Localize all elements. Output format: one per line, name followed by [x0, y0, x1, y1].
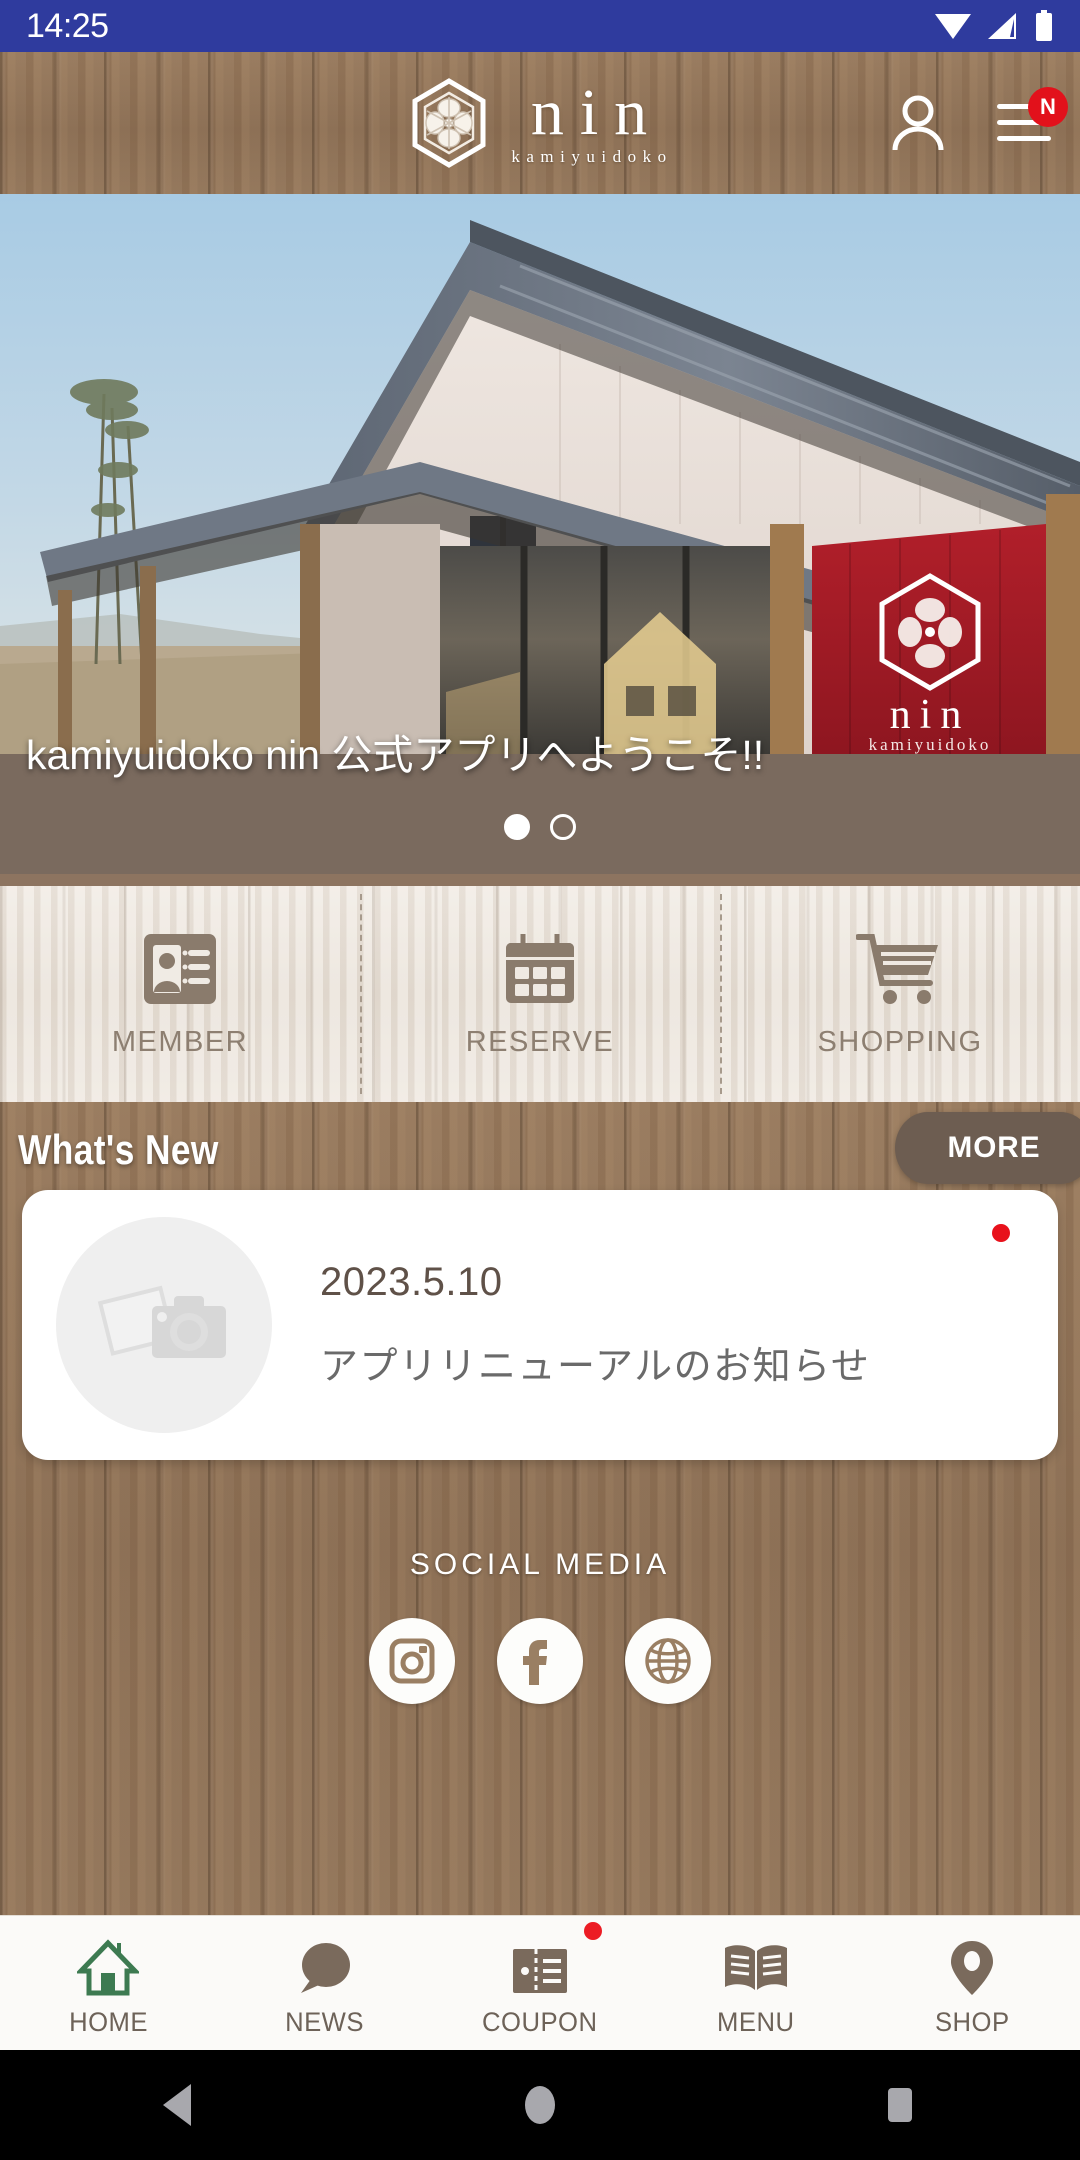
nav-item-shop[interactable]: SHOP	[864, 1916, 1080, 2050]
facebook-link[interactable]	[497, 1618, 583, 1704]
quick-action-label: SHOPPING	[817, 1025, 983, 1058]
nav-item-label: MENU	[717, 2006, 795, 2037]
news-headline: アプリリニューアルのお知らせ	[320, 1346, 871, 1388]
hero-slide-image: nin kamiyuidoko	[0, 194, 1080, 754]
account-button[interactable]	[886, 91, 950, 155]
brand-wordmark: nin kamiyuidoko	[505, 75, 673, 168]
nav-item-label: NEWS	[284, 2006, 364, 2037]
banner-brand-name: nin	[890, 692, 971, 738]
coupon-badge-dot	[584, 1922, 602, 1940]
cellular-signal-icon	[988, 13, 1016, 39]
status-icon-group	[934, 10, 1054, 42]
recents-square-icon	[888, 2088, 912, 2122]
open-book-icon	[721, 1935, 791, 1997]
home-icon	[77, 1935, 139, 1997]
bottom-navigation: HOME NEWS COUPON MENU SHOP	[0, 1915, 1080, 2050]
nav-item-coupon[interactable]: COUPON	[432, 1916, 648, 2050]
social-media-section: SOCIAL MEDIA	[0, 1548, 1080, 1704]
website-globe-icon	[645, 1638, 691, 1684]
nav-item-label: HOME	[68, 2006, 148, 2037]
facebook-icon	[523, 1640, 547, 1685]
hero-caption: kamiyuidoko nin 公式アプリへようこそ!!	[26, 731, 765, 778]
news-date: 2023.5.10	[320, 1260, 503, 1304]
news-thumbnail	[56, 1217, 272, 1433]
hero-carousel[interactable]: nin kamiyuidoko kamiyuidoko nin 公式アプリへよう…	[0, 194, 1080, 874]
section-title: What's New	[18, 1126, 219, 1173]
ticket-icon	[509, 1935, 571, 1997]
header-actions: N	[886, 52, 1068, 194]
android-recents-button[interactable]	[720, 2080, 1080, 2130]
quick-action-bar: MEMBER RESERVE SHOPPING	[0, 886, 1080, 1102]
instagram-icon	[389, 1638, 435, 1684]
menu-button[interactable]: N	[992, 87, 1068, 155]
android-home-button[interactable]	[360, 2080, 720, 2130]
calendar-icon	[500, 930, 580, 1008]
more-button[interactable]: MORE	[895, 1112, 1080, 1184]
id-card-icon	[140, 930, 220, 1008]
quick-action-shopping[interactable]: SHOPPING	[720, 886, 1080, 1102]
brand-name: nin	[530, 75, 664, 149]
nav-item-label: SHOP	[934, 2006, 1010, 2037]
speech-bubble-icon	[293, 1935, 355, 1997]
back-triangle-icon	[163, 2084, 191, 2126]
whats-new-header: What's New MORE	[0, 1102, 1080, 1202]
brand-tagline: kamiyuidoko	[511, 147, 673, 167]
hexagon-blossom-logo-icon	[412, 78, 486, 168]
status-bar: 14:25	[0, 0, 1080, 52]
whats-new-section: What's New MORE 2023.5.10 アプリリニューアルのお知らせ…	[0, 1102, 1080, 1920]
quick-action-member[interactable]: MEMBER	[0, 886, 360, 1102]
map-pin-icon	[949, 1935, 995, 1997]
status-time: 14:25	[26, 6, 109, 45]
social-links-row	[0, 1618, 1080, 1704]
carousel-dot-1[interactable]	[504, 814, 530, 840]
nav-item-label: COUPON	[482, 2006, 598, 2037]
wifi-icon	[935, 14, 971, 39]
nav-item-menu[interactable]: MENU	[648, 1916, 864, 2050]
menu-new-badge: N	[1028, 87, 1068, 127]
quick-action-reserve[interactable]: RESERVE	[360, 886, 720, 1102]
website-link[interactable]	[625, 1618, 711, 1704]
app-screen: 14:25 nin kamiyuidoko N nin kamiyuidoko …	[0, 0, 1080, 2160]
app-header: nin kamiyuidoko N	[0, 52, 1080, 194]
quick-action-label: MEMBER	[111, 1025, 249, 1058]
banner-brand-tagline: kamiyuidoko	[869, 735, 992, 754]
news-unread-badge	[992, 1224, 1010, 1242]
social-media-label: SOCIAL MEDIA	[409, 1548, 671, 1581]
photo-camera-placeholder-icon	[97, 1285, 226, 1358]
nav-item-home[interactable]: HOME	[0, 1916, 216, 2050]
android-system-nav	[0, 2050, 1080, 2160]
quick-action-label: RESERVE	[465, 1025, 615, 1058]
shopping-cart-icon	[856, 930, 944, 1008]
android-back-button[interactable]	[0, 2080, 360, 2130]
carousel-dot-2[interactable]	[550, 814, 576, 840]
more-button-label: MORE	[947, 1131, 1041, 1164]
carousel-pagination[interactable]	[0, 814, 1080, 840]
battery-icon	[1036, 10, 1052, 41]
news-text-block: 2023.5.10 アプリリニューアルのお知らせ	[320, 1260, 870, 1390]
instagram-link[interactable]	[369, 1618, 455, 1704]
home-circle-icon	[525, 2086, 555, 2124]
news-list-item[interactable]: 2023.5.10 アプリリニューアルのお知らせ	[22, 1190, 1058, 1460]
nav-item-news[interactable]: NEWS	[216, 1916, 432, 2050]
person-icon	[892, 95, 944, 151]
